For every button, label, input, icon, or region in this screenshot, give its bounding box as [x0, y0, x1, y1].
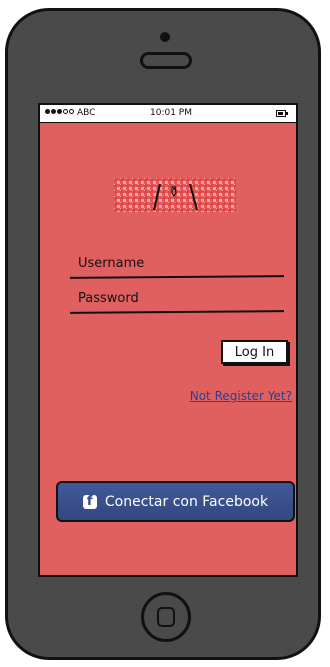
facebook-button-label: Conectar con Facebook	[104, 493, 269, 510]
facebook-connect-button[interactable]: f Conectar con Facebook	[56, 481, 295, 522]
mockup-canvas: ABC 10:01 PM Username Password Log In No…	[0, 0, 330, 667]
app-screen: ABC 10:01 PM Username Password Log In No…	[38, 103, 298, 577]
login-button[interactable]: Log In	[221, 340, 288, 364]
password-field[interactable]: Password	[70, 287, 284, 314]
signal-dots-icon	[45, 109, 74, 114]
status-bar: ABC 10:01 PM	[40, 105, 296, 123]
register-link[interactable]: Not Register Yet?	[170, 389, 292, 403]
status-time: 10:01 PM	[150, 108, 192, 118]
tablecloth-cutlery-logo	[114, 178, 236, 212]
password-underline	[70, 310, 284, 314]
carrier-name: ABC	[77, 108, 96, 118]
home-square-icon	[157, 607, 175, 627]
facebook-icon: f	[82, 494, 97, 509]
username-placeholder: Username	[78, 256, 145, 271]
speaker-icon	[140, 52, 192, 69]
username-underline	[70, 275, 284, 279]
home-button[interactable]	[141, 592, 191, 642]
password-placeholder: Password	[78, 291, 139, 306]
camera-icon	[160, 32, 170, 42]
username-field[interactable]: Username	[70, 252, 284, 279]
battery-icon	[276, 110, 288, 117]
